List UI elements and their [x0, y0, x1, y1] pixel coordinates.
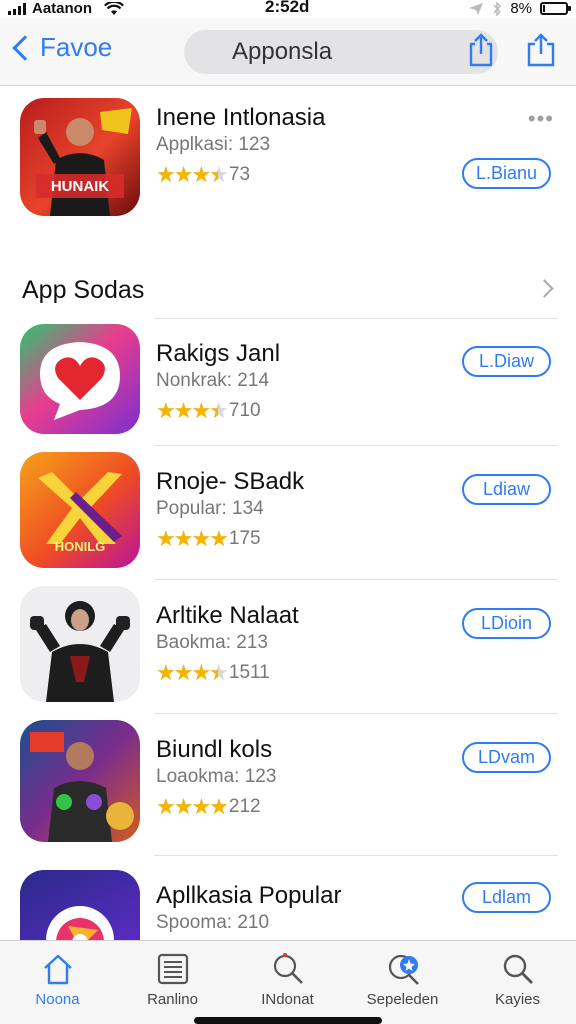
rating-count: 212: [228, 796, 261, 817]
crossed-swords-icon: HONILG: [20, 452, 140, 568]
heart-chat-icon: [20, 324, 140, 434]
chevron-right-icon[interactable]: [535, 279, 554, 298]
section-title: App Sodas: [22, 276, 145, 304]
search-icon: [503, 954, 533, 984]
nav-bar: Favoe Apponsla: [0, 18, 576, 86]
star-rating: ★★★★★★★★: [156, 398, 229, 423]
get-button[interactable]: LDvam: [462, 742, 551, 773]
fighter-icon: [20, 586, 140, 702]
tab-updates[interactable]: Sepeleden: [345, 941, 460, 1024]
status-time: 2:52d: [265, 0, 310, 16]
get-button[interactable]: Ldlam: [462, 882, 551, 913]
rating-count: 710: [228, 400, 261, 421]
back-button[interactable]: Favoe: [10, 32, 112, 63]
carrier-label: Aatanon: [32, 0, 92, 17]
tab-label: Ranlino: [147, 991, 198, 1008]
app-row[interactable]: Apllkasia Popular Spooma: 210 Ldlam: [0, 856, 576, 940]
location-icon: [469, 2, 484, 15]
magnifier-icon: [273, 953, 303, 984]
app-subtitle: Spooma: 210: [156, 912, 270, 933]
app-subtitle: Nonkrak: 214: [156, 370, 270, 391]
chevron-left-icon: [12, 34, 38, 61]
rating-count: 1511: [228, 662, 270, 683]
app-subtitle: Baokma: 213: [156, 632, 268, 653]
status-bar: Aatanon 2:52d 8%: [0, 0, 576, 18]
featured-app-icon: HUNAIK: [20, 98, 140, 216]
hero-game-icon: [20, 720, 140, 842]
tab-bar: Noona Ranlino INdonat Sepeleden Kayies: [0, 940, 576, 1024]
tab-label: Kayies: [494, 991, 541, 1008]
get-button[interactable]: LDioin: [462, 608, 551, 639]
featured-app-row[interactable]: HUNAIK Inene Intlonasia Applkasi: 123 ★★…: [0, 86, 576, 256]
app-rating: ★★★★ ★★★★ 175: [156, 526, 261, 552]
tab-label: Sepeleden: [366, 991, 439, 1008]
tab-home[interactable]: Noona: [0, 941, 115, 1024]
app-subtitle: Popular: 134: [156, 498, 264, 519]
app-row[interactable]: Arltike Nalaat Baokma: 213 ★★★★★★★★1511 LDi…: [0, 580, 576, 714]
status-left: Aatanon: [8, 0, 124, 17]
star-rating: ★★★★★★★★: [156, 660, 229, 685]
battery-icon: [540, 2, 571, 15]
rating-count: 73: [228, 164, 251, 185]
get-button[interactable]: L.Diaw: [462, 346, 551, 377]
back-label: Favoe: [40, 32, 113, 62]
status-right: 8%: [468, 0, 571, 17]
battery-percent: 8%: [510, 0, 532, 17]
tab-ranking[interactable]: Ranlino: [115, 941, 230, 1024]
app-row[interactable]: HONILG Rnoje- SBadk Popular: 134 ★★★★ ★★★★ 17…: [0, 446, 576, 580]
tab-label: Noona: [35, 991, 80, 1008]
app-title: Biundl kols: [156, 736, 273, 763]
app-title: Apllkasia Popular: [156, 882, 342, 909]
star-rating: ★★★★★★★★: [156, 162, 229, 187]
share-icon-secondary[interactable]: [526, 32, 556, 68]
bluetooth-icon: [493, 1, 502, 16]
app-title: Arltike Nalaat: [156, 602, 299, 629]
more-options-icon[interactable]: •••: [528, 106, 554, 132]
star-rating: ★★★★★★★★: [156, 526, 229, 551]
featured-app-title: Inene Intlonasia: [156, 104, 326, 131]
app-rating: ★★★★ ★★★★ 212: [156, 794, 261, 820]
app-row[interactable]: Biundl kols Loaokma: 123 ★★★★ ★★★★ 212 LDvam: [0, 714, 576, 856]
battery-level: [543, 5, 545, 12]
list-icon: [157, 953, 189, 985]
fighter-poster-icon: HUNAIK: [34, 108, 132, 216]
app-row[interactable]: Rakigs Janl Nonkrak: 214 ★★★★★★★★710 L.Diaw: [0, 318, 576, 446]
wifi-icon: [104, 1, 124, 15]
svg-text:HONILG: HONILG: [55, 539, 106, 554]
search-field[interactable]: Apponsla: [184, 30, 498, 74]
get-button[interactable]: Ldiaw: [462, 474, 551, 505]
svg-text:HUNAIK: HUNAIK: [51, 178, 109, 195]
app-rating: ★★★★★★★★710: [156, 398, 261, 424]
app-subtitle: Loaokma: 123: [156, 766, 277, 787]
app-title: Rnoje- SBadk: [156, 468, 305, 495]
app-rating: ★★★★★★★★1511: [156, 660, 270, 686]
home-indicator[interactable]: [194, 1017, 382, 1024]
signal-icon: [8, 2, 26, 15]
featured-app-rating: ★★★★★★★★ 73: [156, 162, 250, 188]
featured-app-subtitle: Applkasi: 123: [156, 134, 271, 155]
rating-count: 175: [228, 528, 261, 549]
house-icon: [44, 954, 72, 985]
get-button[interactable]: L.Bianu: [462, 158, 551, 189]
app-title: Rakigs Janl: [156, 340, 281, 367]
star-rating: ★★★★★★★★: [156, 794, 229, 819]
camera-app-icon: [20, 870, 140, 940]
tab-label: INdonat: [261, 991, 314, 1008]
tab-indonat[interactable]: INdonat: [230, 941, 345, 1024]
tab-search[interactable]: Kayies: [460, 941, 575, 1024]
update-badge-icon: [388, 954, 419, 985]
share-icon[interactable]: [466, 32, 496, 68]
